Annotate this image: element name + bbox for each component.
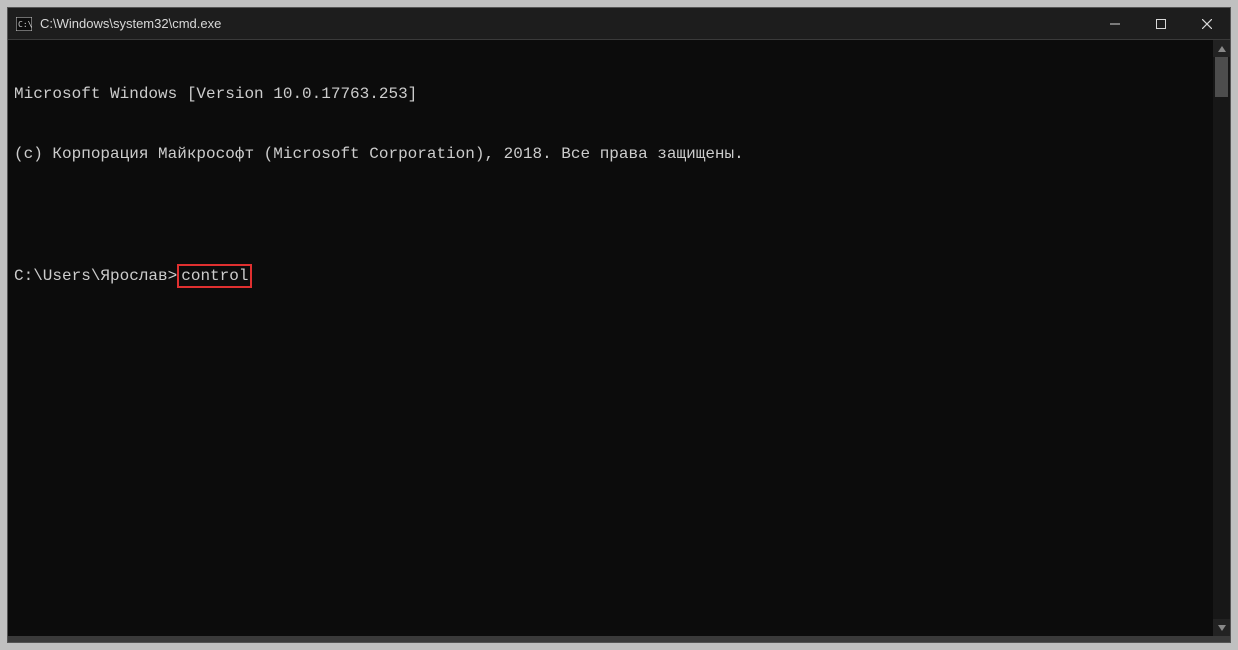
cmd-window: C:\ C:\Windows\system32\cmd.exe Microsof… bbox=[7, 7, 1231, 643]
command-input[interactable]: control bbox=[177, 264, 252, 288]
window-controls bbox=[1092, 8, 1230, 39]
scroll-up-button[interactable] bbox=[1213, 40, 1230, 57]
minimize-icon bbox=[1110, 19, 1120, 29]
maximize-button[interactable] bbox=[1138, 8, 1184, 39]
cmd-icon: C:\ bbox=[16, 17, 32, 31]
close-button[interactable] bbox=[1184, 8, 1230, 39]
scroll-down-button[interactable] bbox=[1213, 619, 1230, 636]
window-bottom-border bbox=[8, 636, 1230, 642]
prompt-path: C:\Users\Ярослав> bbox=[14, 266, 177, 286]
minimize-button[interactable] bbox=[1092, 8, 1138, 39]
prompt-line: C:\Users\Ярослав>control bbox=[14, 264, 1209, 288]
svg-text:C:\: C:\ bbox=[18, 20, 32, 29]
terminal-output[interactable]: Microsoft Windows [Version 10.0.17763.25… bbox=[8, 40, 1213, 636]
chevron-up-icon bbox=[1218, 45, 1226, 53]
blank-line bbox=[14, 204, 1209, 224]
banner-line-2: (c) Корпорация Майкрософт (Microsoft Cor… bbox=[14, 144, 1209, 164]
scrollbar-thumb[interactable] bbox=[1215, 57, 1228, 97]
banner-line-1: Microsoft Windows [Version 10.0.17763.25… bbox=[14, 84, 1209, 104]
vertical-scrollbar[interactable] bbox=[1213, 40, 1230, 636]
maximize-icon bbox=[1156, 19, 1166, 29]
window-title: C:\Windows\system32\cmd.exe bbox=[40, 8, 1092, 40]
close-icon bbox=[1202, 19, 1212, 29]
titlebar[interactable]: C:\ C:\Windows\system32\cmd.exe bbox=[8, 8, 1230, 40]
terminal-area: Microsoft Windows [Version 10.0.17763.25… bbox=[8, 40, 1230, 636]
scrollbar-track[interactable] bbox=[1213, 57, 1230, 619]
chevron-down-icon bbox=[1218, 624, 1226, 632]
